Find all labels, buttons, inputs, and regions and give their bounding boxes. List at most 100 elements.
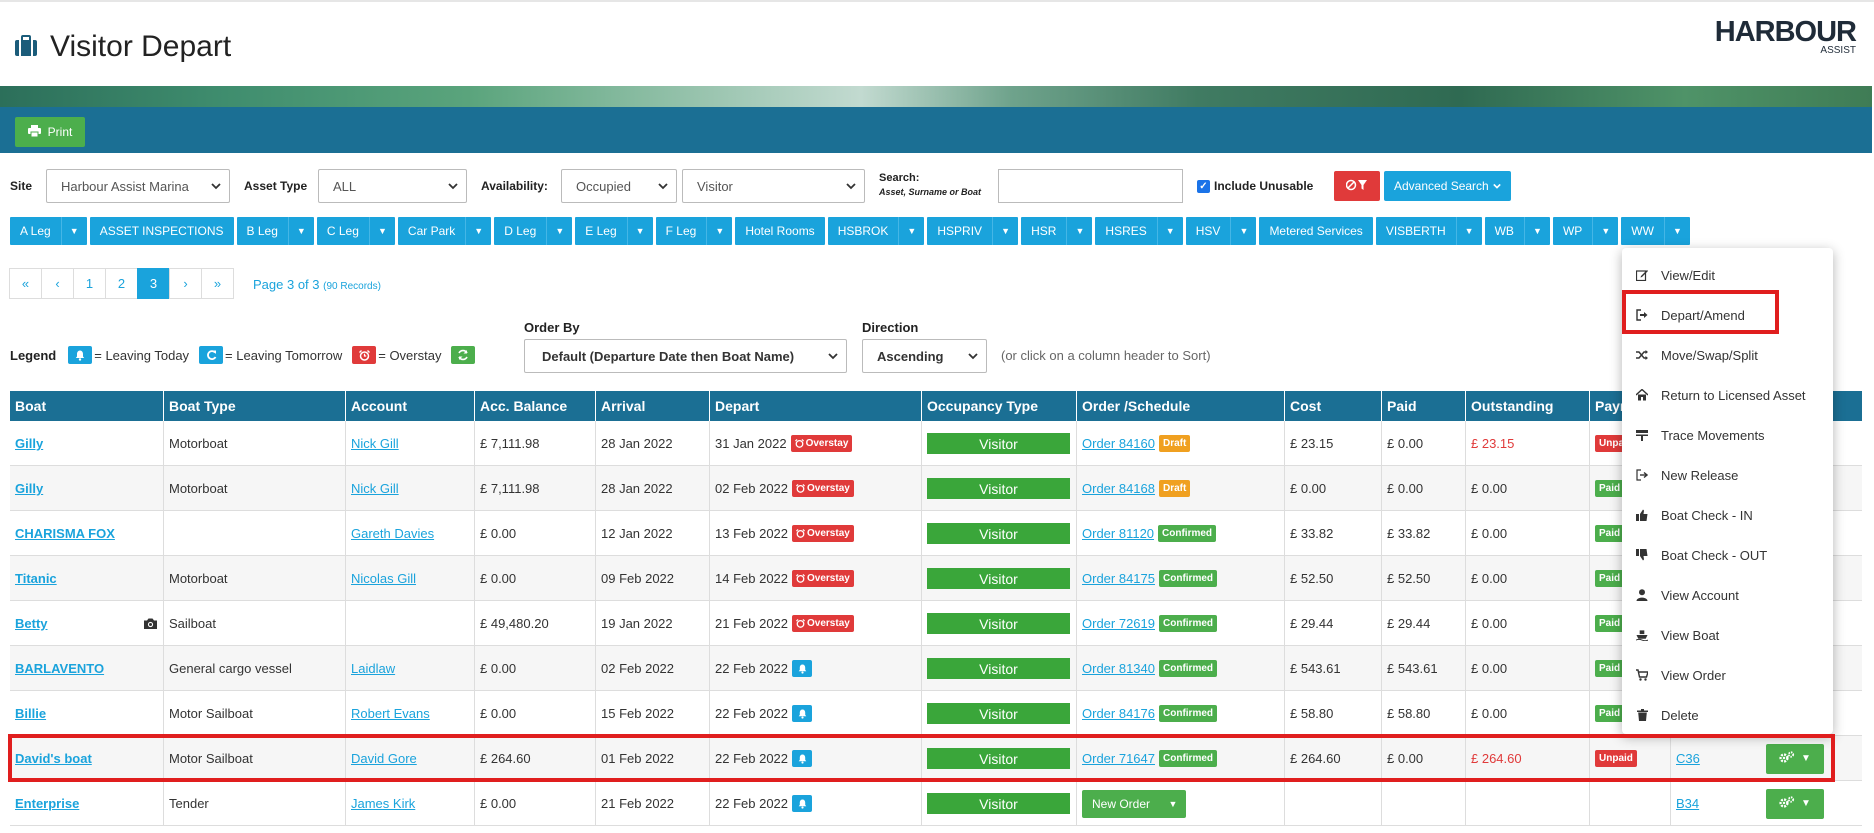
- menu-item-view-order[interactable]: View Order: [1622, 660, 1833, 690]
- order-link[interactable]: Order 81120: [1082, 526, 1154, 541]
- table-row[interactable]: Gilly Motorboat Nick Gill £ 7,111.98 28 Jan …: [10, 466, 1862, 511]
- order-link[interactable]: Order 81340: [1082, 661, 1155, 676]
- account-link[interactable]: Nick Gill: [351, 481, 399, 496]
- row-actions-button[interactable]: ▼: [1766, 788, 1824, 819]
- page-prev-button[interactable]: ‹: [41, 268, 74, 299]
- order-link[interactable]: Order 84175: [1082, 571, 1155, 586]
- caret-down-icon[interactable]: ▼: [992, 217, 1018, 245]
- leg-tab-hspriv[interactable]: HSPRIV ▼: [927, 217, 1019, 245]
- table-row[interactable]: CHARISMA FOX Gareth Davies £ 0.00 12 Jan 20…: [10, 511, 1862, 556]
- table-row[interactable]: David's boat Motor Sailboat David Gore £ 26…: [10, 736, 1862, 781]
- advanced-search-button[interactable]: Advanced Search: [1384, 171, 1511, 201]
- direction-select[interactable]: Ascending: [862, 339, 987, 373]
- column-header-order-schedule[interactable]: Order /Schedule: [1077, 391, 1285, 421]
- column-header-boat-type[interactable]: Boat Type: [164, 391, 346, 421]
- caret-down-icon[interactable]: ▼: [626, 217, 653, 245]
- column-header-boat[interactable]: Boat: [10, 391, 164, 421]
- leg-tab-d-leg[interactable]: D Leg ▼: [494, 217, 573, 245]
- column-header-occupancy-type[interactable]: Occupancy Type: [922, 391, 1077, 421]
- availability-select[interactable]: Occupied: [561, 169, 677, 203]
- boat-link[interactable]: BARLAVENTO: [15, 661, 104, 676]
- order-link[interactable]: Order 84168: [1082, 481, 1155, 496]
- caret-down-icon[interactable]: ▼: [1592, 217, 1618, 245]
- menu-item-return-to-licensed-asset[interactable]: Return to Licensed Asset: [1622, 380, 1833, 410]
- caret-down-icon[interactable]: ▼: [368, 217, 395, 245]
- refresh-icon[interactable]: [451, 346, 476, 364]
- account-link[interactable]: Laidlaw: [351, 661, 395, 676]
- menu-item-boat-check-out[interactable]: Boat Check - OUT: [1622, 540, 1833, 570]
- leg-tab-car-park[interactable]: Car Park ▼: [397, 217, 492, 245]
- leg-tab-hsbrok[interactable]: HSBROK ▼: [827, 217, 925, 245]
- table-row[interactable]: Gilly Motorboat Nick Gill £ 7,111.98 28 Jan …: [10, 421, 1862, 466]
- column-header-acc-balance[interactable]: Acc. Balance: [475, 391, 596, 421]
- caret-down-icon[interactable]: ▼: [898, 217, 924, 245]
- new-order-button[interactable]: New Order ▼: [1082, 789, 1186, 818]
- boat-link[interactable]: David's boat: [15, 751, 92, 766]
- site-select[interactable]: Harbour Assist Marina: [46, 169, 230, 203]
- leg-tab-a-leg[interactable]: A Leg ▼: [10, 217, 87, 245]
- menu-item-boat-check-in[interactable]: Boat Check - IN: [1622, 500, 1833, 530]
- caret-down-icon[interactable]: ▼: [1160, 799, 1186, 809]
- account-link[interactable]: Robert Evans: [351, 706, 430, 721]
- leg-tab-ww[interactable]: WW ▼: [1621, 217, 1690, 245]
- caret-down-icon[interactable]: ▼: [706, 217, 732, 245]
- table-row[interactable]: BARLAVENTO General cargo vessel Laidlaw £ 0…: [10, 646, 1862, 691]
- order-link[interactable]: Order 71647: [1082, 751, 1155, 766]
- page-last-button[interactable]: »: [201, 268, 234, 299]
- leg-tab-c-leg[interactable]: C Leg ▼: [316, 217, 395, 245]
- boat-link[interactable]: Billie: [15, 706, 46, 721]
- caret-down-icon[interactable]: ▼: [1455, 217, 1482, 245]
- boat-link[interactable]: CHARISMA FOX: [15, 526, 115, 541]
- order-by-select[interactable]: Default (Departure Date then Boat Name): [524, 339, 847, 373]
- column-header-outstanding[interactable]: Outstanding: [1466, 391, 1590, 421]
- menu-item-move-swap-split[interactable]: Move/Swap/Split: [1622, 340, 1833, 370]
- caret-down-icon[interactable]: ▼: [1066, 217, 1092, 245]
- order-link[interactable]: Order 84160: [1082, 436, 1155, 451]
- caret-down-icon[interactable]: ▼: [287, 217, 314, 245]
- boat-link[interactable]: Gilly: [15, 481, 43, 496]
- leg-tab-metered-services[interactable]: Metered Services: [1259, 217, 1373, 245]
- account-link[interactable]: James Kirk: [351, 796, 415, 811]
- menu-item-new-release[interactable]: New Release: [1622, 460, 1833, 490]
- menu-item-view-account[interactable]: View Account: [1622, 580, 1833, 610]
- leg-tab-hsres[interactable]: HSRES ▼: [1095, 217, 1183, 245]
- order-link[interactable]: Order 72619: [1082, 616, 1155, 631]
- account-link[interactable]: Nick Gill: [351, 436, 399, 451]
- column-header-paid[interactable]: Paid: [1382, 391, 1466, 421]
- leg-tab-hsr[interactable]: HSR ▼: [1021, 217, 1093, 245]
- caret-down-icon[interactable]: ▼: [1230, 217, 1256, 245]
- asset-type-select[interactable]: ALL: [318, 169, 467, 203]
- leg-tab-hotel-rooms[interactable]: Hotel Rooms: [735, 217, 825, 245]
- page-2-button[interactable]: 2: [105, 268, 138, 299]
- order-link[interactable]: Order 84176: [1082, 706, 1155, 721]
- page-next-button[interactable]: ›: [169, 268, 202, 299]
- camera-icon[interactable]: [144, 617, 157, 632]
- caret-down-icon[interactable]: ▼: [1156, 217, 1183, 245]
- table-row[interactable]: Billie Motor Sailboat Robert Evans £ 0.00 15…: [10, 691, 1862, 736]
- menu-item-depart-amend[interactable]: Depart/Amend: [1622, 300, 1833, 330]
- menu-item-trace-movements[interactable]: Trace Movements: [1622, 420, 1833, 450]
- caret-down-icon[interactable]: ▼: [1523, 217, 1550, 245]
- column-header-depart[interactable]: Depart: [710, 391, 922, 421]
- search-input[interactable]: [998, 169, 1183, 203]
- caret-down-icon[interactable]: ▼: [1663, 217, 1690, 245]
- asset-link[interactable]: B34: [1676, 796, 1699, 811]
- leg-tab-hsv[interactable]: HSV ▼: [1185, 217, 1257, 245]
- leg-tab-asset-inspections[interactable]: ASSET INSPECTIONS: [89, 217, 234, 245]
- boat-link[interactable]: Betty: [15, 616, 48, 631]
- menu-item-delete[interactable]: Delete: [1622, 700, 1833, 730]
- menu-item-view-edit[interactable]: View/Edit: [1622, 260, 1833, 290]
- page-1-button[interactable]: 1: [73, 268, 106, 299]
- caret-down-icon[interactable]: ▼: [60, 217, 87, 245]
- table-row[interactable]: Enterprise Tender James Kirk £ 0.00 21 Feb 2…: [10, 781, 1862, 826]
- caret-down-icon[interactable]: ▼: [546, 217, 572, 245]
- leg-tab-f-leg[interactable]: F Leg ▼: [655, 217, 733, 245]
- asset-link[interactable]: C36: [1676, 751, 1700, 766]
- occupancy-type-select[interactable]: Visitor: [682, 169, 865, 203]
- account-link[interactable]: Gareth Davies: [351, 526, 434, 541]
- menu-item-view-boat[interactable]: View Boat: [1622, 620, 1833, 650]
- table-row[interactable]: Titanic Motorboat Nicolas Gill £ 0.00 09 Feb…: [10, 556, 1862, 601]
- leg-tab-visberth[interactable]: VISBERTH ▼: [1375, 217, 1482, 245]
- page-first-button[interactable]: «: [9, 268, 42, 299]
- row-actions-button[interactable]: ▼: [1766, 743, 1824, 774]
